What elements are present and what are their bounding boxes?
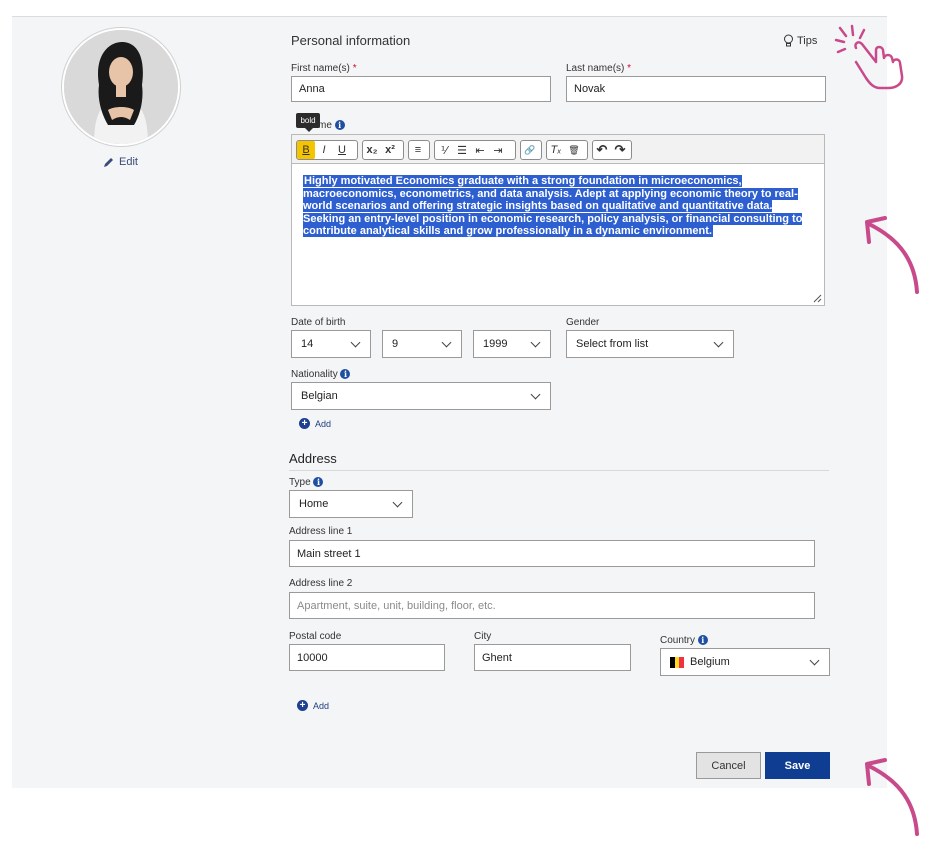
format-group: B I U <box>296 140 358 160</box>
about-me-label: me i <box>318 120 345 131</box>
chevron-down-icon <box>441 337 452 347</box>
underline-button[interactable]: U <box>333 141 351 159</box>
add-address-button[interactable]: + Add <box>297 700 329 711</box>
belgium-flag-icon <box>670 656 685 668</box>
last-name-input[interactable]: Novak <box>566 76 826 102</box>
indent-icon[interactable]: ⇥ <box>489 141 507 159</box>
undo-icon[interactable]: ↶ <box>593 141 611 159</box>
edit-profile-button[interactable]: Edit <box>103 156 138 168</box>
tips-button[interactable]: Tips <box>783 34 817 47</box>
address-line2-input[interactable]: Apartment, suite, unit, building, floor,… <box>289 592 815 619</box>
chevron-down-icon <box>809 655 820 665</box>
last-name-label: Last name(s) * <box>566 63 632 74</box>
chevron-down-icon <box>392 497 403 507</box>
superscript-button[interactable]: x² <box>381 141 399 159</box>
dob-day-select[interactable]: 14 <box>291 330 371 358</box>
lightbulb-icon <box>784 34 793 47</box>
add-nationality-button[interactable]: + Add <box>299 418 331 429</box>
chevron-down-icon <box>350 337 361 347</box>
editor-toolbar: B I U x₂ x² ≡ ⅟ ☰ ⇤ ⇥ 🔗 Tₓ 🗑 ↶ ↷ <box>291 134 825 164</box>
italic-button[interactable]: I <box>315 141 333 159</box>
plus-circle-icon: + <box>299 418 310 429</box>
info-icon: i <box>313 477 324 488</box>
bold-button[interactable]: B <box>297 141 315 159</box>
delete-icon[interactable]: 🗑 <box>565 141 583 159</box>
info-icon: i <box>334 120 345 131</box>
info-icon: i <box>340 369 351 380</box>
first-name-label: First name(s) * <box>291 63 357 74</box>
arrow-icon <box>865 758 919 836</box>
clear-group: Tₓ 🗑 <box>546 140 588 160</box>
bullet-list-icon[interactable]: ☰ <box>453 141 471 159</box>
plus-circle-icon: + <box>297 700 308 711</box>
first-name-input[interactable]: Anna <box>291 76 551 102</box>
list-group: ⅟ ☰ ⇤ ⇥ <box>434 140 516 160</box>
tap-hand-icon <box>834 24 904 90</box>
chevron-down-icon <box>530 389 541 399</box>
ordered-list-icon[interactable]: ⅟ <box>435 141 453 159</box>
bold-tooltip: bold <box>296 113 320 132</box>
country-select[interactable]: Belgium <box>660 648 830 676</box>
script-group: x₂ x² <box>362 140 404 160</box>
align-group: ≡ <box>408 140 430 160</box>
postal-code-input[interactable]: 10000 <box>289 644 445 671</box>
address-title: Address <box>289 451 829 471</box>
address-line1-input[interactable]: Main street 1 <box>289 540 815 567</box>
postal-code-label: Postal code <box>289 631 342 642</box>
arrow-icon <box>865 216 919 294</box>
address-line1-label: Address line 1 <box>289 526 353 537</box>
nationality-label: Nationality i <box>291 369 351 380</box>
edit-label: Edit <box>119 156 138 168</box>
redo-icon[interactable]: ↷ <box>611 141 629 159</box>
address-type-label: Type i <box>289 477 324 488</box>
about-me-text: Highly motivated Economics graduate with… <box>303 175 803 237</box>
about-me-editor[interactable]: Highly motivated Economics graduate with… <box>291 164 825 306</box>
gender-label: Gender <box>566 317 600 328</box>
align-icon[interactable]: ≡ <box>409 141 427 159</box>
save-button[interactable]: Save <box>765 752 830 779</box>
dob-month-select[interactable]: 9 <box>382 330 462 358</box>
cancel-button[interactable]: Cancel <box>696 752 761 779</box>
clear-format-icon[interactable]: Tₓ <box>547 141 565 159</box>
avatar <box>62 28 180 146</box>
outdent-icon[interactable]: ⇤ <box>471 141 489 159</box>
dob-year-select[interactable]: 1999 <box>473 330 551 358</box>
chevron-down-icon <box>530 337 541 347</box>
history-group: ↶ ↷ <box>592 140 632 160</box>
pencil-icon <box>104 158 113 167</box>
nationality-select[interactable]: Belgian <box>291 382 551 410</box>
link-group: 🔗 <box>520 140 542 160</box>
address-type-select[interactable]: Home <box>289 490 413 518</box>
personal-info-title: Personal information <box>291 33 411 48</box>
subscript-button[interactable]: x₂ <box>363 141 381 159</box>
city-input[interactable]: Ghent <box>474 644 631 671</box>
tips-label: Tips <box>797 34 818 47</box>
country-label: Country i <box>660 635 708 646</box>
city-label: City <box>474 631 492 642</box>
resize-handle-icon[interactable] <box>813 294 822 303</box>
address-line2-label: Address line 2 <box>289 578 353 589</box>
dob-label: Date of birth <box>291 317 346 328</box>
info-icon: i <box>697 635 708 646</box>
link-icon[interactable]: 🔗 <box>521 141 539 159</box>
gender-select[interactable]: Select from list <box>566 330 734 358</box>
chevron-down-icon <box>713 337 724 347</box>
